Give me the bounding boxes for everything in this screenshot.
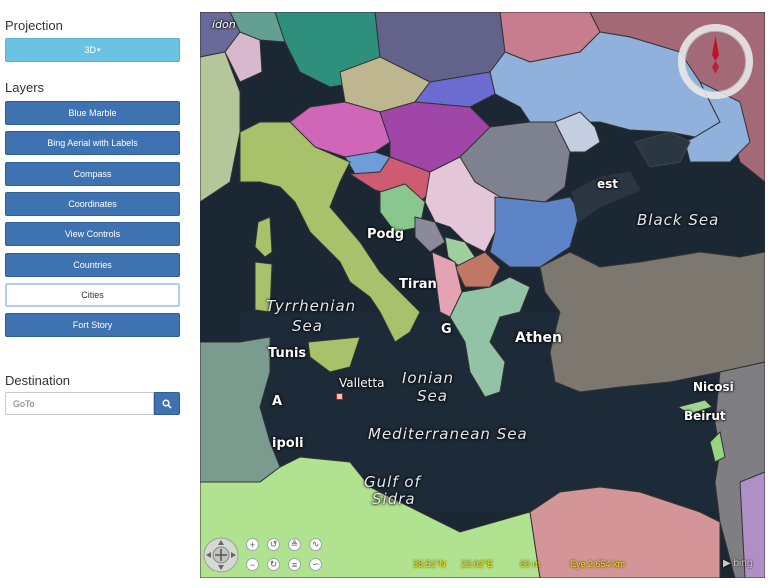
elevation-up-icon[interactable]: ∿ <box>309 538 322 551</box>
caret-down-icon: ▾ <box>97 47 101 54</box>
city-label-tirana: Tiran <box>399 277 437 292</box>
city-label-beirut: Beirut <box>684 409 726 423</box>
layer-button-fort-story[interactable]: Fort Story <box>5 313 180 337</box>
layer-button-compass[interactable]: Compass <box>5 162 180 186</box>
city-marker <box>336 393 343 400</box>
city-label-g: G <box>441 322 452 337</box>
goto-search-button[interactable] <box>154 392 180 415</box>
sea-label-gulf-of: Gulf of <box>364 473 421 491</box>
layer-button-coordinates[interactable]: Coordinates <box>5 192 180 216</box>
layer-button-countries[interactable]: Countries <box>5 253 180 277</box>
zoom-in-icon[interactable]: + <box>246 538 259 551</box>
rotate-right-icon[interactable]: ↻ <box>267 558 280 571</box>
globe-map[interactable]: idon Podg Tiran Tyrrhenian Sea Tunis Val… <box>200 12 765 578</box>
bing-logo: ▶ bing <box>723 558 753 569</box>
eye-altitude-readout: Eye 2,654 km <box>570 559 626 569</box>
goto-input[interactable] <box>5 392 154 415</box>
sea-label-mediterranean: Mediterranean Sea <box>368 425 528 443</box>
goto-group <box>5 392 180 415</box>
bing-logo-text: bing <box>733 558 753 569</box>
city-label-tripoli: ipoli <box>272 436 304 451</box>
sea-label-sidra: Sidra <box>372 490 416 508</box>
city-label-valletta: Valletta <box>339 376 385 390</box>
map-label-don: idon <box>212 18 236 31</box>
pan-control-icon[interactable] <box>203 537 239 573</box>
projection-value: 3D <box>84 45 96 55</box>
compass-icon[interactable] <box>678 24 753 99</box>
sea-label-black-sea: Black Sea <box>637 211 720 229</box>
city-label-a: A <box>272 394 283 409</box>
tilt-down-icon[interactable]: ≡ <box>288 558 301 571</box>
city-label-bucharest: est <box>597 177 619 191</box>
longitude-readout: 23.02°E <box>461 559 494 569</box>
city-label-nicosia: Nicosi <box>693 380 734 394</box>
layer-button-blue-marble[interactable]: Blue Marble <box>5 101 180 125</box>
projection-dropdown[interactable]: 3D ▾ <box>5 38 180 62</box>
altitude-readout: 60 m <box>520 559 541 569</box>
rotate-left-icon[interactable]: ↺ <box>267 538 280 551</box>
sea-label-tyrrhenian: Tyrrhenian <box>266 297 357 315</box>
elevation-down-icon[interactable]: ∽ <box>309 558 322 571</box>
sea-label-ionian-sea: Sea <box>417 387 448 405</box>
sea-label-tyrrhenian-sea: Sea <box>292 317 323 335</box>
tilt-up-icon[interactable]: ≜ <box>288 538 301 551</box>
layer-button-bing-aerial[interactable]: Bing Aerial with Labels <box>5 131 180 155</box>
zoom-out-icon[interactable]: − <box>246 558 259 571</box>
sidebar: Projection 3D ▾ Layers Blue Marble Bing A… <box>0 0 190 588</box>
sea-label-ionian: Ionian <box>402 369 454 387</box>
search-icon <box>162 398 172 409</box>
latitude-readout: 38.51°N <box>413 559 446 569</box>
destination-heading: Destination <box>5 373 71 388</box>
city-label-podgorica: Podg <box>367 227 405 242</box>
layer-button-cities[interactable]: Cities <box>5 283 180 307</box>
layer-button-view-controls[interactable]: View Controls <box>5 222 180 246</box>
city-label-tunis: Tunis <box>268 346 307 361</box>
layers-heading: Layers <box>5 80 45 95</box>
projection-heading: Projection <box>5 18 63 33</box>
city-label-athens: Athen <box>515 330 562 346</box>
